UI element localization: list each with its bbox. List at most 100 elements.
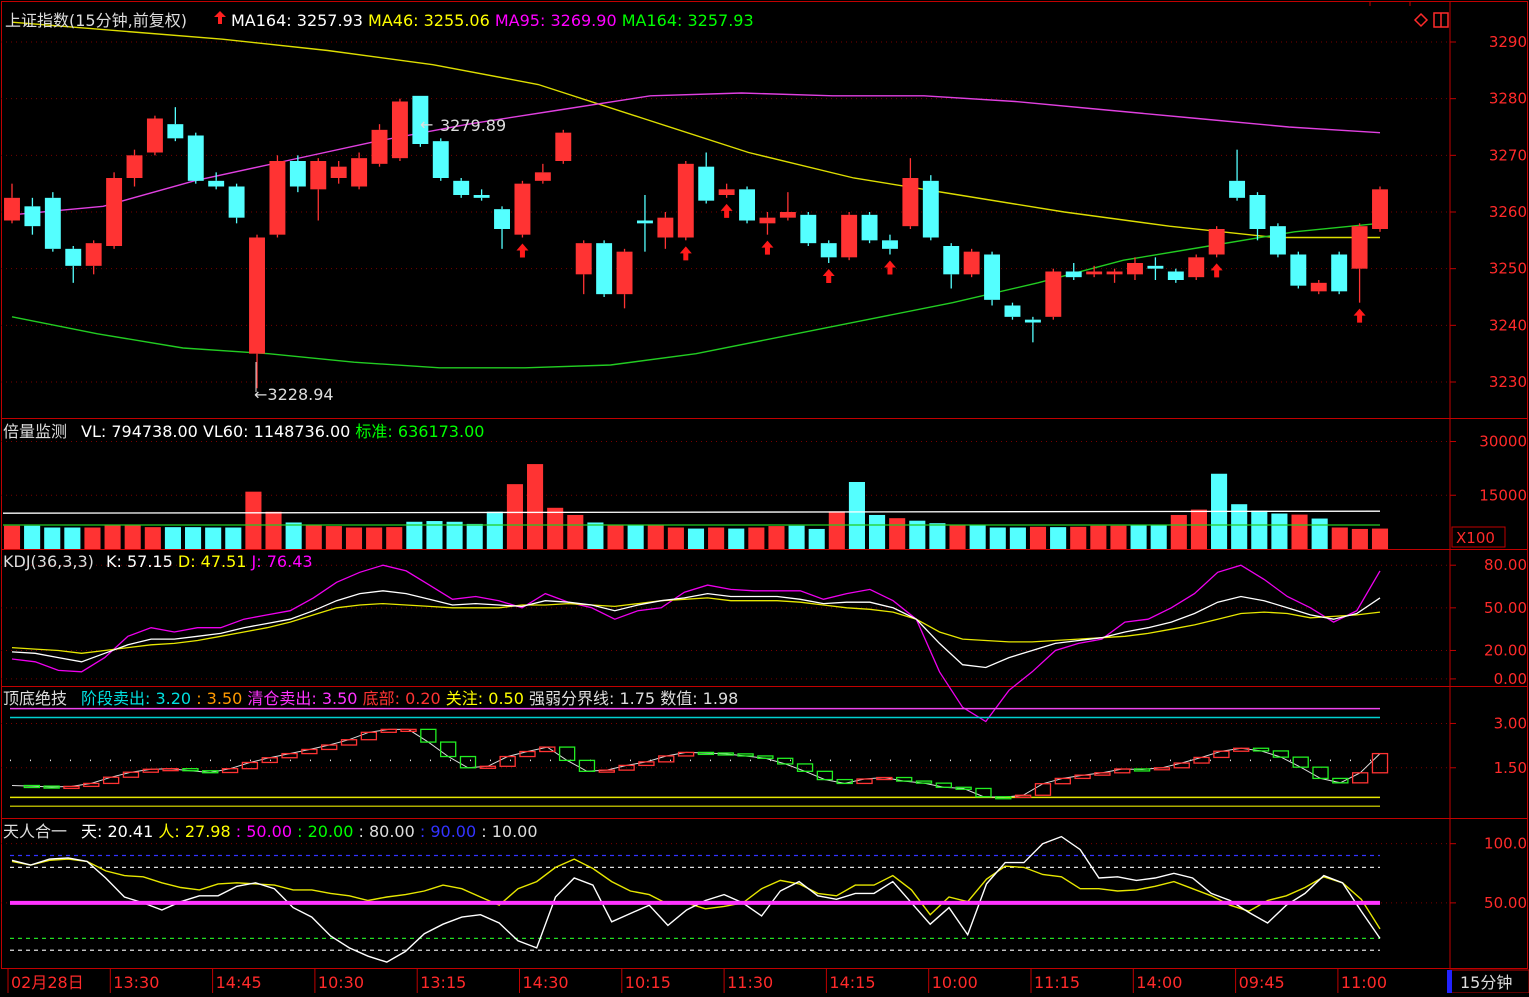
volume-bar	[506, 484, 523, 549]
legend-item: J: 76.43	[246, 552, 312, 571]
y-tick-label: 100.0	[1484, 835, 1527, 853]
low-price-label: ←3228.94	[254, 385, 334, 404]
legend-item: 清仓卖出: 3.50	[242, 689, 357, 708]
volume-bar	[84, 527, 101, 549]
volume-bar	[808, 528, 825, 549]
legend-item: VL: 794738.00	[81, 422, 198, 441]
candle-up	[718, 189, 735, 195]
legend-item: : 3.50	[191, 689, 242, 708]
price-title: 上证指数(15分钟,前复权)	[5, 11, 187, 30]
y-tick-label: 3.00	[1494, 714, 1527, 732]
time-label: 10:15	[625, 973, 671, 992]
candle	[596, 240, 613, 297]
volume-bar	[768, 526, 785, 549]
volume-bar	[667, 527, 684, 549]
candle-down	[1024, 319, 1041, 323]
legend-item: : 80.00	[353, 822, 414, 841]
volume-bar	[949, 524, 966, 549]
candle	[555, 129, 572, 164]
y-tick-label: 80.00	[1484, 556, 1527, 574]
candle-down	[289, 161, 306, 187]
time-label: 14:30	[523, 973, 569, 992]
candle-down	[24, 206, 41, 227]
candle-up	[1372, 189, 1388, 229]
y-tick-label: 3280	[1489, 90, 1527, 108]
candle-down	[1331, 254, 1348, 292]
legend-item: : 10.00	[476, 822, 537, 841]
volume-bar	[1371, 528, 1389, 549]
legend-item: MA164: 3257.93	[617, 11, 754, 30]
candle-down	[432, 141, 449, 178]
period-label[interactable]: 15分钟	[1460, 973, 1512, 992]
candle	[1290, 251, 1307, 289]
candle	[44, 192, 61, 252]
candle-up	[4, 197, 20, 221]
scroll-marker[interactable]	[1447, 970, 1452, 993]
y-tick-label: 1.50	[1494, 759, 1527, 777]
candle	[800, 212, 817, 246]
volume-bar	[24, 525, 41, 549]
candle-up	[575, 243, 592, 275]
volume-bar	[1050, 527, 1067, 549]
volume-unit-label: X100	[1456, 529, 1495, 547]
volume-bar	[1291, 514, 1308, 549]
volume-legend: VL: 794738.00 VL60: 1148736.00 标准: 63617…	[81, 422, 484, 441]
candle-down	[44, 197, 61, 249]
candle-up	[963, 251, 980, 275]
volume-bar	[969, 525, 986, 549]
candle-up	[249, 237, 265, 354]
y-tick-label: 20.00	[1484, 641, 1527, 659]
volume-bar	[406, 521, 423, 549]
tianren-title: 天人合一	[3, 822, 67, 841]
volume-bar	[1331, 527, 1348, 549]
volume-bar	[828, 511, 845, 549]
candle-up	[1127, 263, 1143, 275]
volume-bar	[466, 523, 483, 549]
candle	[228, 183, 245, 224]
volume-title: 倍量监测	[3, 422, 67, 441]
candle	[922, 175, 939, 241]
candle-up	[616, 251, 633, 295]
candle	[1372, 186, 1388, 232]
candle-down	[882, 240, 898, 249]
legend-item: 天: 20.41	[81, 822, 153, 841]
legend-item: 阶段卖出: 3.20	[81, 689, 191, 708]
volume-bar	[869, 514, 886, 549]
candle	[984, 251, 1001, 306]
volume-bar	[1029, 526, 1047, 549]
kdj-legend: K: 57.15 D: 47.51 J: 76.43	[106, 552, 313, 571]
candle	[514, 180, 531, 238]
volume-bar	[748, 527, 765, 549]
candle-up	[106, 178, 123, 246]
y-tick-label: 30000	[1479, 433, 1527, 451]
time-label: 11:15	[1034, 973, 1080, 992]
volume-bar	[1130, 525, 1147, 549]
legend-item: 底部: 0.20	[358, 689, 441, 708]
candle	[841, 212, 858, 261]
high-price-pointer: ←	[420, 115, 433, 134]
legend-item: 关注: 0.50	[441, 689, 524, 708]
candle-up	[1045, 271, 1062, 317]
candle-down	[861, 214, 878, 241]
candle-down	[1290, 254, 1307, 286]
candle-up	[555, 132, 572, 161]
time-label: 13:30	[113, 973, 159, 992]
volume-bar	[486, 511, 503, 549]
candle	[1188, 254, 1205, 280]
price-legend: MA164: 3257.93 MA46: 3255.06 MA95: 3269.…	[231, 11, 754, 30]
volume-bar	[124, 524, 141, 549]
candle-down	[473, 195, 490, 198]
y-tick-label: 50.00	[1484, 894, 1527, 912]
candle-down	[820, 243, 837, 258]
legend-item: : 90.00	[415, 822, 476, 841]
volume-bar	[164, 527, 181, 549]
volume-bar	[567, 514, 584, 549]
legend-item: VL60: 1148736.00	[198, 422, 350, 441]
candle-up	[85, 243, 102, 266]
candle-down	[1065, 271, 1082, 278]
volume-bar	[185, 527, 202, 549]
volume-bar	[607, 524, 624, 549]
time-label: 10:30	[318, 973, 364, 992]
y-tick-label: 15000	[1479, 486, 1527, 504]
price-header: 上证指数(15分钟,前复权) MA164: 3257.93 MA46: 3255…	[5, 11, 754, 30]
